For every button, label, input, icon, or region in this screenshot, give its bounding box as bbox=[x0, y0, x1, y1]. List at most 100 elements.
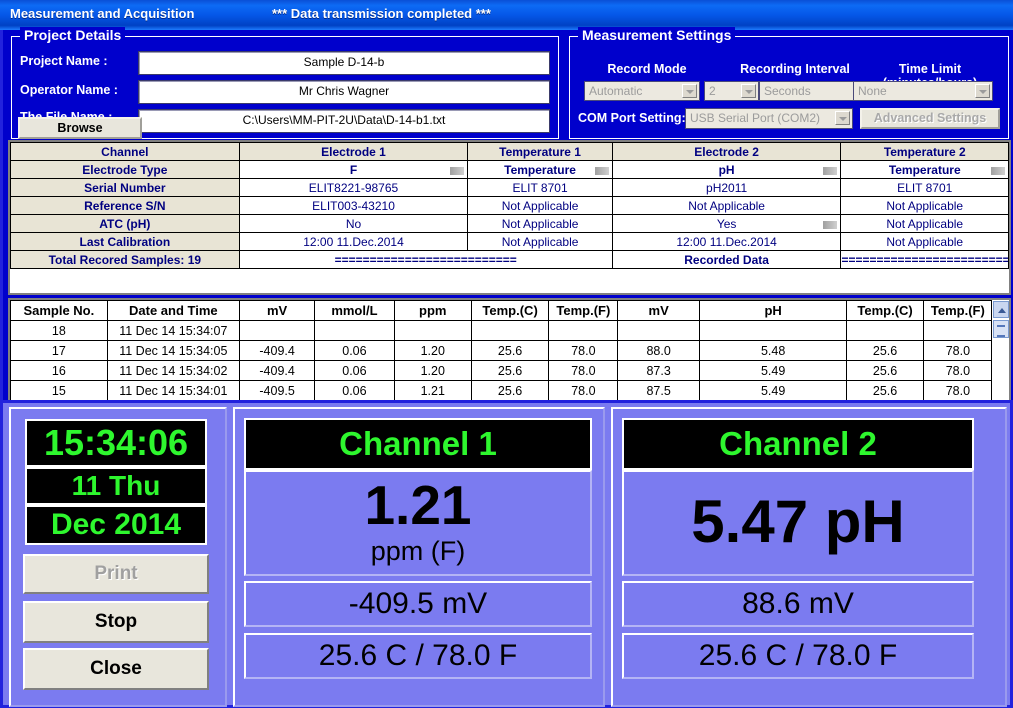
channel-2-main-reading: 5.47 pH bbox=[622, 470, 974, 576]
col-header-1: Date and Time bbox=[107, 301, 239, 321]
advanced-settings-button[interactable]: Advanced Settings bbox=[860, 108, 1000, 129]
config-row-label: Last Calibration bbox=[11, 233, 240, 251]
serial-number-0[interactable]: ELIT8221-98765 bbox=[239, 179, 468, 197]
project-name-field[interactable]: Sample D-14-b bbox=[138, 51, 550, 75]
project-name-label: Project Name : bbox=[20, 54, 108, 68]
table-cell-r3-c5: 25.6 bbox=[471, 381, 548, 401]
operator-name-field[interactable]: Mr Chris Wagner bbox=[138, 80, 550, 104]
total-recorded-samples: Total Recored Samples: 19 bbox=[11, 251, 240, 269]
table-cell-r2-c10: 78.0 bbox=[923, 361, 992, 381]
data-table-header-row: Sample No. Date and Time mV mmol/L ppm T… bbox=[11, 301, 993, 321]
table-cell-r2-c1: 11 Dec 14 15:34:02 bbox=[107, 361, 239, 381]
recorded-data-label: Recorded Data bbox=[612, 251, 841, 269]
last-calibration-3[interactable]: Not Applicable bbox=[841, 233, 1009, 251]
chevron-down-icon[interactable] bbox=[975, 84, 990, 98]
measurement-settings-group: Measurement Settings Record Mode Recordi… bbox=[569, 36, 1009, 139]
serial-number-1[interactable]: ELIT 8701 bbox=[468, 179, 612, 197]
channel-2-title: Channel 2 bbox=[622, 418, 974, 470]
table-cell-r1-c6: 78.0 bbox=[549, 341, 618, 361]
electrode-type-value-3: Temperature bbox=[889, 163, 961, 177]
table-cell-r3-c0: 15 bbox=[11, 381, 108, 401]
time-limit-select[interactable]: None bbox=[853, 81, 993, 101]
table-cell-r3-c6: 78.0 bbox=[549, 381, 618, 401]
channel-config-table: Channel Electrode 1 Temperature 1 Electr… bbox=[8, 140, 1011, 295]
col-header-4: ppm bbox=[394, 301, 471, 321]
table-cell-r1-c9: 25.6 bbox=[847, 341, 923, 361]
col-header-3: mmol/L bbox=[315, 301, 394, 321]
table-cell-r0-c4 bbox=[394, 321, 471, 341]
config-col-header-3: Temperature 2 bbox=[841, 143, 1009, 161]
chevron-down-icon[interactable] bbox=[823, 221, 837, 229]
channel-1-panel: Channel 1 1.21 ppm (F) -409.5 mV 25.6 C … bbox=[233, 407, 605, 707]
close-button[interactable]: Close bbox=[23, 648, 209, 690]
electrode-type-select-2[interactable]: pH bbox=[612, 161, 841, 179]
table-row[interactable]: 1511 Dec 14 15:34:01-409.50.061.2125.678… bbox=[11, 381, 993, 401]
atc-0[interactable]: No bbox=[239, 215, 468, 233]
project-details-legend: Project Details bbox=[20, 27, 125, 43]
clock-control-panel: 15:34:06 11 Thu Dec 2014 Print Stop Clos… bbox=[9, 407, 227, 707]
electrode-type-select-0[interactable]: F bbox=[239, 161, 468, 179]
bottom-display-area: 15:34:06 11 Thu Dec 2014 Print Stop Clos… bbox=[0, 400, 1013, 708]
config-col-header-2: Electrode 2 bbox=[612, 143, 841, 161]
col-header-5: Temp.(C) bbox=[471, 301, 548, 321]
reference-sn-3[interactable]: Not Applicable bbox=[841, 197, 1009, 215]
col-header-0: Sample No. bbox=[11, 301, 108, 321]
table-cell-r0-c5 bbox=[471, 321, 548, 341]
channel-2-main-value: 5.47 pH bbox=[624, 472, 972, 572]
table-cell-r0-c7 bbox=[618, 321, 699, 341]
record-mode-value: Automatic bbox=[589, 84, 642, 98]
table-cell-r2-c8: 5.49 bbox=[699, 361, 847, 381]
electrode-type-select-3[interactable]: Temperature bbox=[841, 161, 1009, 179]
table-row[interactable]: 1611 Dec 14 15:34:02-409.40.061.2025.678… bbox=[11, 361, 993, 381]
atc-2[interactable]: Yes bbox=[612, 215, 841, 233]
table-cell-r0-c6 bbox=[549, 321, 618, 341]
com-port-select[interactable]: USB Serial Port (COM2) bbox=[685, 108, 853, 129]
com-port-label: COM Port Setting: bbox=[578, 111, 686, 125]
col-header-10: Temp.(F) bbox=[923, 301, 992, 321]
reference-sn-1[interactable]: Not Applicable bbox=[468, 197, 612, 215]
atc-1[interactable]: Not Applicable bbox=[468, 215, 612, 233]
last-calibration-2[interactable]: 12:00 11.Dec.2014 bbox=[612, 233, 841, 251]
interval-number-select[interactable]: 2 bbox=[704, 81, 759, 101]
table-cell-r3-c9: 25.6 bbox=[847, 381, 923, 401]
table-row[interactable]: 1811 Dec 14 15:34:07 bbox=[11, 321, 993, 341]
col-header-8: pH bbox=[699, 301, 847, 321]
table-row[interactable]: 1711 Dec 14 15:34:05-409.40.061.2025.678… bbox=[11, 341, 993, 361]
reference-sn-0[interactable]: ELIT003-43210 bbox=[239, 197, 468, 215]
table-cell-r1-c7: 88.0 bbox=[618, 341, 699, 361]
stop-button[interactable]: Stop bbox=[23, 601, 209, 643]
scroll-up-icon[interactable] bbox=[993, 301, 1009, 318]
reference-sn-2[interactable]: Not Applicable bbox=[612, 197, 841, 215]
config-row-serial-number: Serial Number ELIT8221-98765 ELIT 8701 p… bbox=[11, 179, 1009, 197]
table-cell-r2-c3: 0.06 bbox=[315, 361, 394, 381]
measurement-settings-legend: Measurement Settings bbox=[578, 27, 735, 43]
recorded-data-separator-left: ========================== bbox=[239, 251, 612, 269]
config-row-summary: Total Recored Samples: 19 ==============… bbox=[11, 251, 1009, 269]
atc-3[interactable]: Not Applicable bbox=[841, 215, 1009, 233]
col-header-2: mV bbox=[239, 301, 314, 321]
last-calibration-0[interactable]: 12:00 11.Dec.2014 bbox=[239, 233, 468, 251]
chevron-down-icon[interactable] bbox=[991, 167, 1005, 175]
scrollbar-thumb[interactable] bbox=[993, 320, 1009, 338]
table-cell-r2-c0: 16 bbox=[11, 361, 108, 381]
table-cell-r0-c1: 11 Dec 14 15:34:07 bbox=[107, 321, 239, 341]
table-cell-r1-c4: 1.20 bbox=[394, 341, 471, 361]
channel-2-mv-reading: 88.6 mV bbox=[622, 581, 974, 627]
chevron-down-icon[interactable] bbox=[595, 167, 609, 175]
last-calibration-1[interactable]: Not Applicable bbox=[468, 233, 612, 251]
file-name-field[interactable]: C:\Users\MM-PIT-2U\Data\D-14-b1.txt bbox=[138, 109, 550, 133]
print-button[interactable]: Print bbox=[23, 554, 209, 594]
config-row-label: ATC (pH) bbox=[11, 215, 240, 233]
serial-number-2[interactable]: pH2011 bbox=[612, 179, 841, 197]
record-mode-select[interactable]: Automatic bbox=[584, 81, 700, 101]
serial-number-3[interactable]: ELIT 8701 bbox=[841, 179, 1009, 197]
atc-value-2: Yes bbox=[717, 217, 737, 231]
chevron-down-icon[interactable] bbox=[823, 167, 837, 175]
chevron-down-icon[interactable] bbox=[682, 84, 697, 98]
chevron-down-icon[interactable] bbox=[450, 167, 464, 175]
browse-button[interactable]: Browse bbox=[18, 117, 142, 139]
record-mode-label: Record Mode bbox=[588, 62, 706, 76]
electrode-type-select-1[interactable]: Temperature bbox=[468, 161, 612, 179]
chevron-down-icon[interactable] bbox=[741, 84, 756, 98]
chevron-down-icon[interactable] bbox=[835, 111, 850, 125]
